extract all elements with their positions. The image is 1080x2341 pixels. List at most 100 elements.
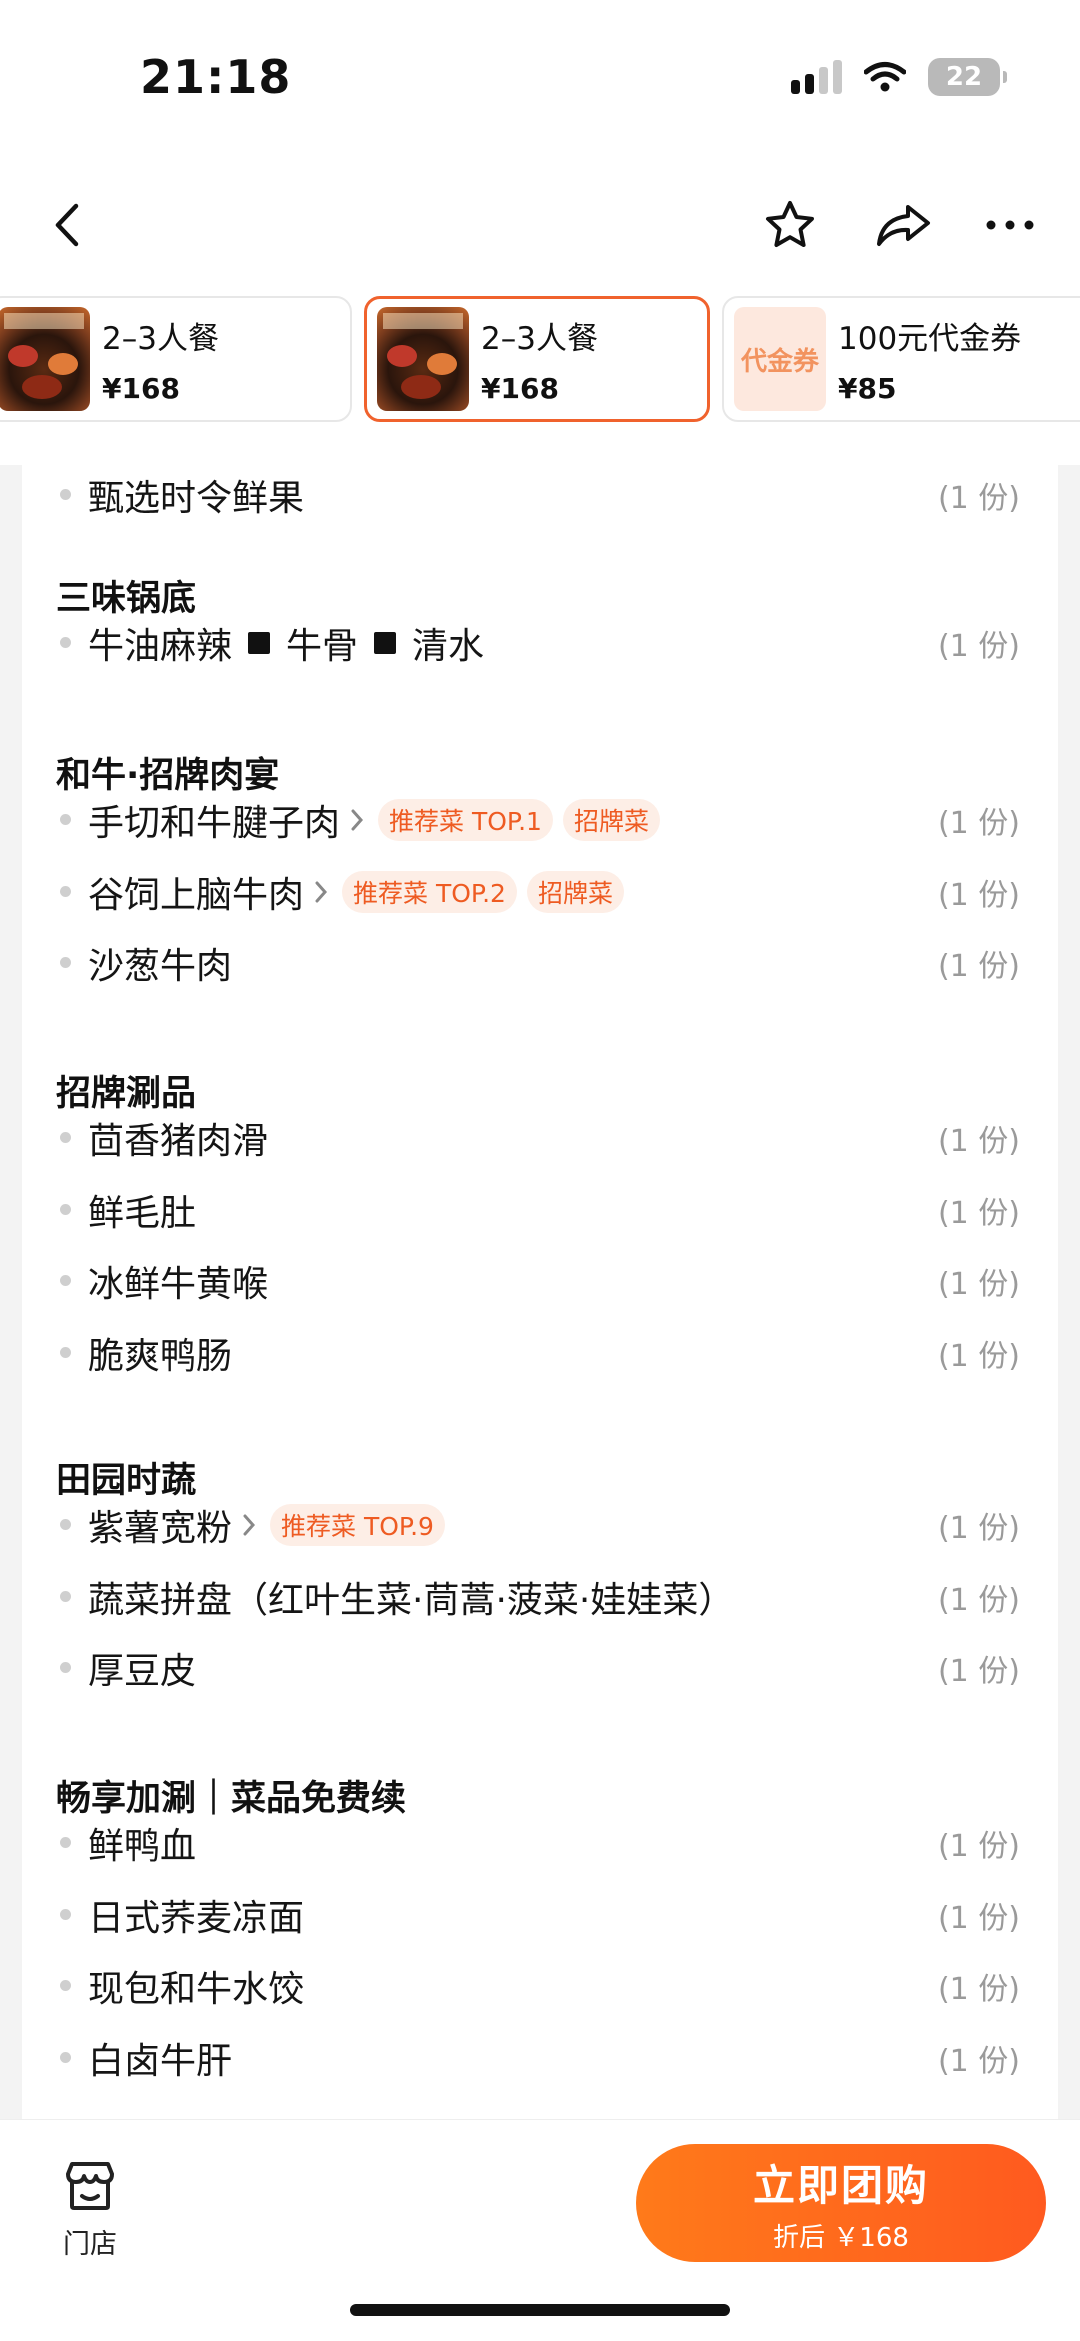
menu-list: 甄选时令鲜果 (1 份) 三味锅底 牛油麻辣 牛骨 清水 (1 份) 和牛·招牌… bbox=[22, 465, 1058, 2120]
separator-square bbox=[248, 632, 271, 654]
item-quantity: (1 份) bbox=[937, 1339, 1020, 1374]
item-quantity: (1 份) bbox=[937, 1511, 1020, 1546]
package-name: 2–3人餐 bbox=[481, 321, 598, 357]
item-quantity: (1 份) bbox=[937, 949, 1020, 984]
voucher-thumb-text: 代金券 bbox=[740, 346, 819, 377]
item-name: 茴香猪肉滑 bbox=[88, 1121, 269, 1162]
list-item: 甄选时令鲜果 (1 份) bbox=[22, 465, 1058, 525]
list-item: 牛油麻辣 牛骨 清水 (1 份) bbox=[22, 613, 1058, 673]
list-item[interactable]: 谷饲上脑牛肉 推荐菜 TOP.2 招牌菜 (1 份) bbox=[22, 862, 1058, 922]
bullet-dot bbox=[60, 489, 71, 500]
bullet-dot bbox=[60, 637, 71, 648]
list-item: 鲜鸭血 (1 份) bbox=[22, 1813, 1058, 1873]
item-name: 现包和牛水饺 bbox=[88, 1969, 305, 2010]
discount-price: 折后 ￥168 bbox=[773, 2223, 909, 2253]
item-name: 冰鲜牛黄喉 bbox=[88, 1264, 269, 1305]
signal-icon bbox=[791, 60, 842, 94]
chevron-left-icon bbox=[55, 203, 79, 247]
item-name: 牛油麻辣 bbox=[88, 626, 233, 667]
bullet-dot bbox=[60, 1347, 71, 1358]
package-thumbnail bbox=[0, 307, 90, 411]
status-bar: 21:18 22 bbox=[0, 0, 1080, 150]
list-item: 厚豆皮 (1 份) bbox=[22, 1638, 1058, 1698]
list-item: 鲜毛肚 (1 份) bbox=[22, 1180, 1058, 1240]
bullet-dot bbox=[60, 1204, 71, 1215]
recommend-tag: 推荐菜 TOP.9 bbox=[270, 1504, 445, 1546]
recommend-tag: 推荐菜 TOP.1 bbox=[378, 799, 553, 841]
battery-icon: 22 bbox=[928, 58, 1007, 96]
item-name: 紫薯宽粉 bbox=[88, 1508, 233, 1549]
back-button[interactable] bbox=[32, 190, 102, 260]
star-icon bbox=[766, 201, 814, 247]
voucher-thumbnail: 代金券 bbox=[734, 307, 826, 411]
item-quantity: (1 份) bbox=[937, 2044, 1020, 2079]
list-item[interactable]: 手切和牛腱子肉 推荐菜 TOP.1 招牌菜 (1 份) bbox=[22, 790, 1058, 850]
wifi-icon bbox=[864, 62, 906, 92]
package-price: ¥168 bbox=[102, 372, 180, 405]
bullet-dot bbox=[60, 814, 71, 825]
item-quantity: (1 份) bbox=[937, 1196, 1020, 1231]
package-card-selected[interactable]: 2–3人餐 ¥168 bbox=[364, 296, 710, 422]
store-button[interactable]: 门店 bbox=[50, 2160, 130, 2270]
item-name: 鲜毛肚 bbox=[88, 1193, 197, 1234]
item-quantity: (1 份) bbox=[937, 629, 1020, 664]
list-item[interactable]: 紫薯宽粉 推荐菜 TOP.9 (1 份) bbox=[22, 1495, 1058, 1555]
chevron-right-icon[interactable] bbox=[350, 806, 368, 834]
bullet-dot bbox=[60, 1275, 71, 1286]
bullet-dot bbox=[60, 1132, 71, 1143]
list-item: 日式荞麦凉面 (1 份) bbox=[22, 1885, 1058, 1945]
bullet-dot bbox=[60, 957, 71, 968]
item-name: 甄选时令鲜果 bbox=[88, 478, 305, 519]
item-name: 脆爽鸭肠 bbox=[88, 1336, 233, 1377]
buy-now-button[interactable]: 立即团购 折后 ￥168 bbox=[636, 2144, 1046, 2262]
more-button[interactable] bbox=[975, 190, 1045, 260]
package-name: 2–3人餐 bbox=[102, 321, 219, 357]
item-name: 蔬菜拼盘（红叶生菜·茼蒿·菠菜·娃娃菜） bbox=[88, 1580, 735, 1621]
item-quantity: (1 份) bbox=[937, 806, 1020, 841]
bullet-dot bbox=[60, 1591, 71, 1602]
more-icon bbox=[986, 220, 1034, 230]
item-name: 沙葱牛肉 bbox=[88, 946, 233, 987]
item-quantity: (1 份) bbox=[937, 1901, 1020, 1936]
item-name: 谷饲上脑牛肉 bbox=[88, 875, 305, 916]
list-item: 冰鲜牛黄喉 (1 份) bbox=[22, 1251, 1058, 1311]
separator-square bbox=[374, 632, 397, 654]
status-time: 21:18 bbox=[140, 50, 292, 104]
store-label: 门店 bbox=[63, 2229, 117, 2260]
list-item: 现包和牛水饺 (1 份) bbox=[22, 1956, 1058, 2016]
item-quantity: (1 份) bbox=[937, 1654, 1020, 1689]
bullet-dot bbox=[60, 1662, 71, 1673]
item-name: 白卤牛肝 bbox=[88, 2041, 233, 2082]
item-name: 清水 bbox=[412, 626, 485, 667]
package-card[interactable]: 2–3人餐 ¥168 bbox=[0, 296, 352, 422]
item-name: 日式荞麦凉面 bbox=[88, 1898, 305, 1939]
package-name: 100元代金券 bbox=[838, 321, 1022, 357]
list-item: 茴香猪肉滑 (1 份) bbox=[22, 1108, 1058, 1168]
package-price: ¥85 bbox=[838, 372, 897, 405]
item-quantity: (1 份) bbox=[937, 1124, 1020, 1159]
item-name: 厚豆皮 bbox=[88, 1651, 197, 1692]
item-name: 鲜鸭血 bbox=[88, 1826, 197, 1867]
buy-now-label: 立即团购 bbox=[752, 2161, 929, 2210]
bullet-dot bbox=[60, 1980, 71, 1991]
list-item: 脆爽鸭肠 (1 份) bbox=[22, 1323, 1058, 1383]
status-icons: 22 bbox=[791, 58, 1007, 96]
nav-bar bbox=[0, 150, 1080, 290]
item-quantity: (1 份) bbox=[937, 1267, 1020, 1302]
share-button[interactable] bbox=[868, 190, 938, 260]
bullet-dot bbox=[60, 886, 71, 897]
share-icon bbox=[877, 205, 930, 246]
item-quantity: (1 份) bbox=[937, 1583, 1020, 1618]
package-thumbnail bbox=[377, 307, 469, 411]
list-item: 沙葱牛肉 (1 份) bbox=[22, 933, 1058, 993]
favorite-button[interactable] bbox=[755, 190, 825, 260]
list-item: 蔬菜拼盘（红叶生菜·茼蒿·菠菜·娃娃菜） (1 份) bbox=[22, 1567, 1058, 1627]
signature-tag: 招牌菜 bbox=[562, 799, 660, 841]
chevron-right-icon[interactable] bbox=[314, 878, 332, 906]
bullet-dot bbox=[60, 2052, 71, 2063]
package-price: ¥168 bbox=[481, 372, 559, 405]
package-card[interactable]: 代金券 100元代金券 ¥85 bbox=[722, 296, 1080, 422]
home-indicator[interactable] bbox=[350, 2304, 730, 2316]
bullet-dot bbox=[60, 1909, 71, 1920]
chevron-right-icon[interactable] bbox=[242, 1511, 260, 1539]
